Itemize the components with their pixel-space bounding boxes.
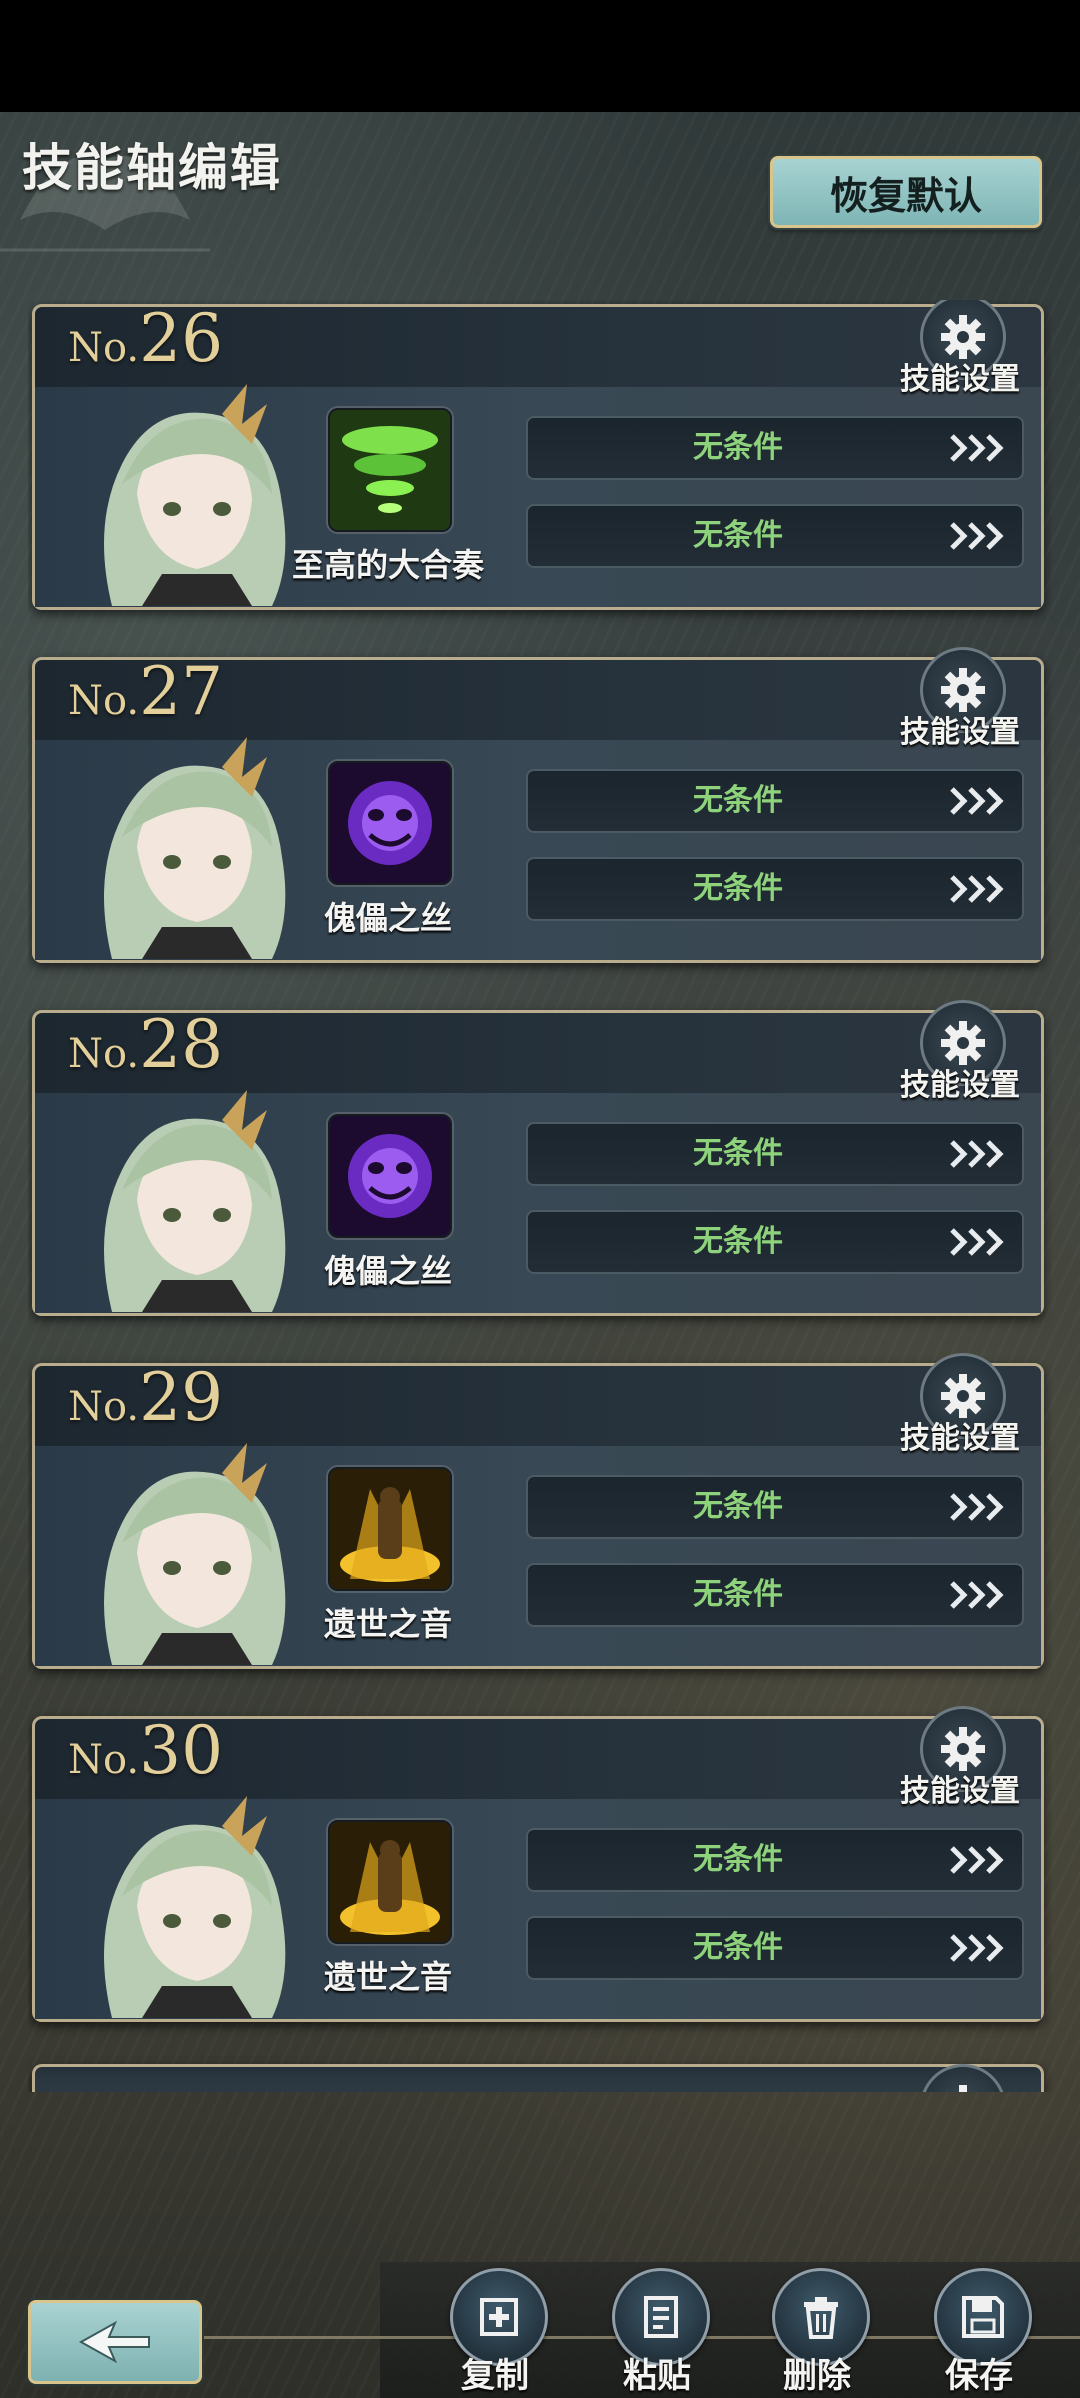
golden-figure-icon [328,1820,452,1944]
green-tornado-icon [328,408,452,532]
character-portrait [104,1796,286,2018]
card-number: No.29 [68,1359,224,1436]
card-number: No.28 [68,1006,224,1083]
triple-chevron-icon [950,1228,1004,1256]
condition-slot-1[interactable]: 无条件 [526,1475,1024,1539]
triple-chevron-icon [950,1140,1004,1168]
card-number: No.27 [68,653,224,730]
delete-button[interactable]: 删除 [752,2262,882,2398]
golden-figure-icon [328,1467,452,1591]
triple-chevron-icon [950,1493,1004,1521]
skill-card: No.26 技能设置 至高的大合奏 无条件 无条件 [28,300,1052,616]
purple-ghost-icon [328,761,452,885]
character-portrait [104,1443,286,1665]
skill-name: 傀儡之丝 [323,899,452,937]
skill-card: No.27 技能设置 傀儡之丝 无条件 无条件 [28,647,1052,969]
skill-settings-label[interactable]: 技能设置 [900,354,1020,398]
skill-name: 傀儡之丝 [323,1252,452,1290]
triple-chevron-icon [950,434,1004,462]
skill-card-partial [28,2060,1052,2092]
card-number: No.26 [68,300,224,377]
condition-slot-1[interactable]: 无条件 [526,1122,1024,1186]
condition-slot-2[interactable]: 无条件 [526,1916,1024,1980]
condition-slot-1[interactable]: 无条件 [526,416,1024,480]
character-portrait [104,384,286,606]
trash-icon [804,2297,838,2339]
character-portrait [104,737,286,959]
paste-button[interactable]: 粘贴 [592,2262,722,2398]
skill-card: No.29 技能设置 遗世之音 无条件 无条件 [28,1353,1052,1675]
condition-slot-2[interactable]: 无条件 [526,504,1024,568]
condition-slot-1[interactable]: 无条件 [526,769,1024,833]
skill-name: 至高的大合奏 [291,546,484,584]
triple-chevron-icon [950,522,1004,550]
skill-timeline-list[interactable]: No.26 技能设置 至高的大合奏 无条件 无条件 No.27 技能设置 傀儡之… [28,300,1052,2092]
card-number: No.30 [68,1712,224,1789]
status-bar [0,0,1080,112]
condition-slot-1[interactable]: 无条件 [526,1828,1024,1892]
back-arrow-icon [78,2320,150,2364]
condition-slot-2[interactable]: 无条件 [526,1210,1024,1274]
triple-chevron-icon [950,1581,1004,1609]
gear-icon [959,2085,967,2092]
skill-settings-label[interactable]: 技能设置 [900,1060,1020,1104]
skill-name: 遗世之音 [323,1958,452,1996]
copy-button[interactable]: 复制 [430,2262,560,2398]
reset-default-button[interactable]: 恢复默认 [770,156,1042,228]
save-icon [962,2296,1004,2338]
skill-card: No.28 技能设置 傀儡之丝 无条件 无条件 [28,1000,1052,1322]
skill-settings-label[interactable]: 技能设置 [900,707,1020,751]
skill-settings-label[interactable]: 技能设置 [900,1413,1020,1457]
triple-chevron-icon [950,1846,1004,1874]
save-button[interactable]: 保存 [914,2262,1044,2398]
copy-icon [480,2298,518,2336]
skill-settings-label[interactable]: 技能设置 [900,1766,1020,1810]
triple-chevron-icon [950,1934,1004,1962]
triple-chevron-icon [950,875,1004,903]
skill-name: 遗世之音 [323,1605,452,1643]
character-portrait [104,1090,286,1312]
triple-chevron-icon [950,787,1004,815]
condition-slot-2[interactable]: 无条件 [526,857,1024,921]
paste-icon [644,2296,678,2338]
condition-slot-2[interactable]: 无条件 [526,1563,1024,1627]
page-title: 技能轴编辑 [22,139,282,197]
skill-card: No.30 技能设置 遗世之音 无条件 无条件 [28,1706,1052,2028]
purple-ghost-icon [328,1114,452,1238]
back-button[interactable] [28,2300,202,2384]
